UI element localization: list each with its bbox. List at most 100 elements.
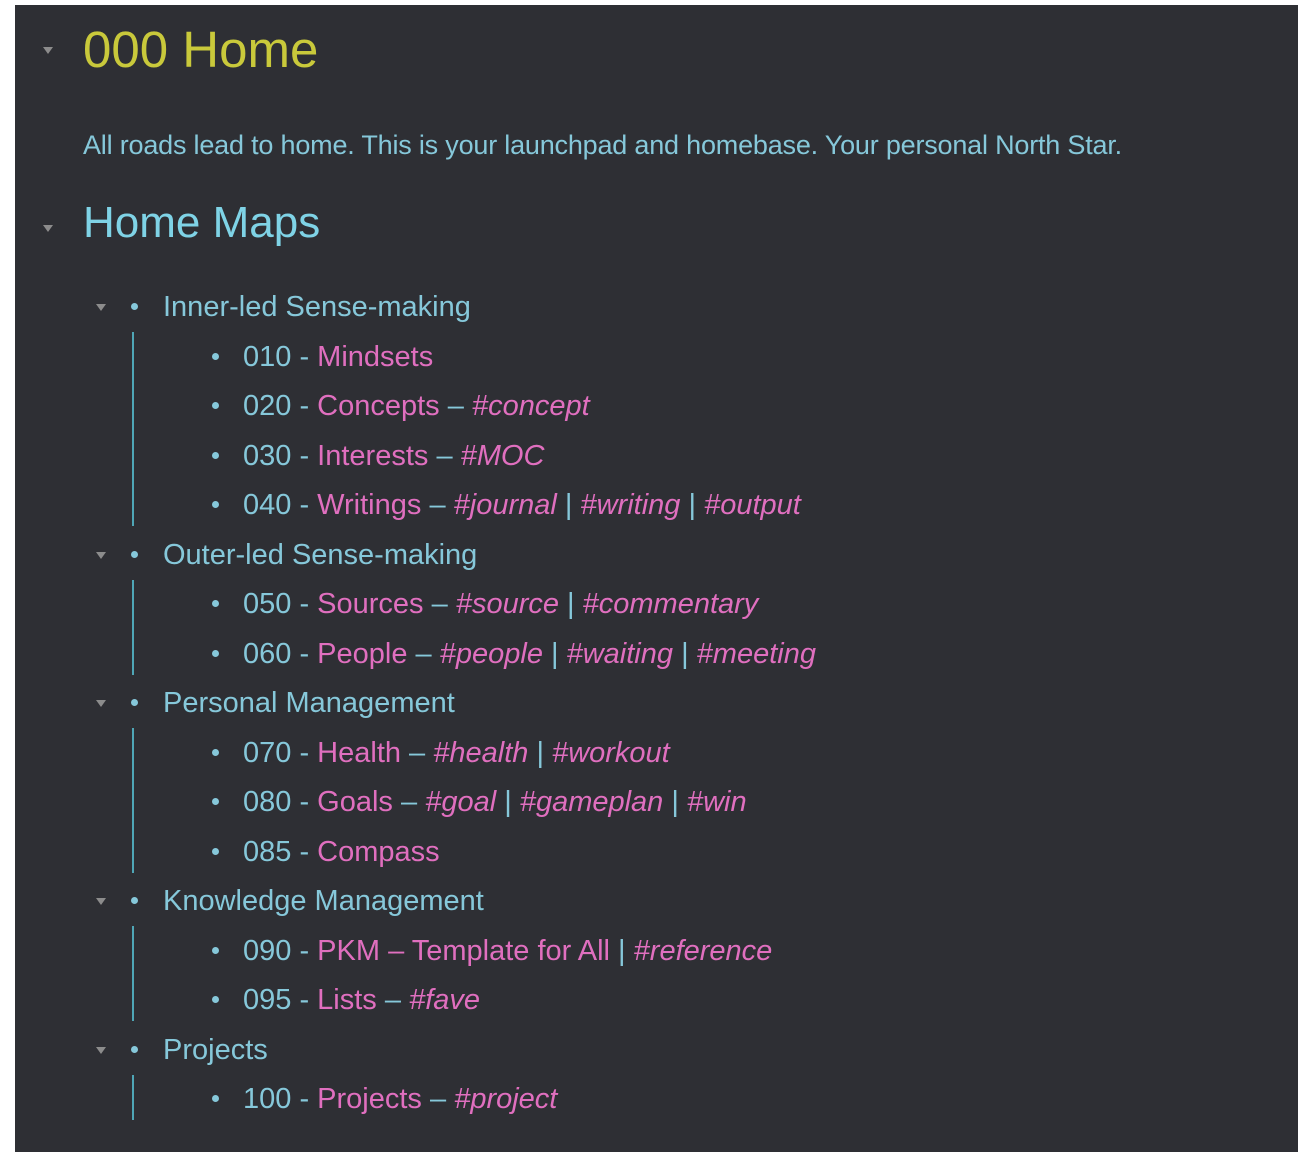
tag-separator: | <box>680 489 705 521</box>
tag-link[interactable]: #MOC <box>461 440 545 472</box>
group-label: Inner-led Sense-making <box>163 291 471 323</box>
tag-link[interactable]: #concept <box>472 390 590 422</box>
bullet-icon[interactable] <box>212 946 219 954</box>
item-content: 010 - Mindsets <box>243 334 433 380</box>
bullet-icon[interactable] <box>212 847 219 855</box>
item-number: 050 - <box>243 588 318 620</box>
note-pane: 000 Home All roads lead to home. This is… <box>15 5 1298 1152</box>
item-number: 100 - <box>243 1083 318 1115</box>
item-link[interactable]: Health <box>317 737 401 769</box>
tag-link[interactable]: #workout <box>552 737 670 769</box>
tag-separator: | <box>528 736 553 769</box>
item-link[interactable]: Sources <box>317 588 423 620</box>
item-content: 090 - PKM – Template for All | #referenc… <box>243 928 772 974</box>
item-number: 030 - <box>243 439 318 472</box>
item-content: 080 - Goals – #goal | #gameplan | #win <box>243 779 747 825</box>
bullet-icon[interactable] <box>212 402 219 409</box>
bullet-icon[interactable] <box>212 451 219 459</box>
bullet-icon[interactable] <box>212 996 219 1003</box>
bullet-icon[interactable] <box>212 748 219 756</box>
item-content: 060 - People – #people | #waiting | #mee… <box>243 631 816 677</box>
item-separator: – <box>421 1083 455 1115</box>
tag-link[interactable]: #goal <box>425 786 496 818</box>
indent-guide <box>132 728 134 873</box>
item-content: 070 - Health – #health | #workout <box>243 730 670 776</box>
indent-guide <box>132 1074 134 1120</box>
tag-link[interactable]: #reference <box>634 935 773 967</box>
item-link[interactable]: PKM – Template for All <box>317 935 610 967</box>
page-title: 000 Home <box>83 21 319 78</box>
collapse-title-icon[interactable] <box>43 47 53 54</box>
item-content: 030 - Interests – #MOC <box>243 433 544 479</box>
item-content: 020 - Concepts – #concept <box>243 383 590 429</box>
collapse-group-icon[interactable] <box>96 898 106 905</box>
collapse-group-icon[interactable] <box>96 1046 106 1054</box>
item-number: 040 - <box>243 489 318 521</box>
tag-link[interactable]: #journal <box>454 489 557 521</box>
item-number: 020 - <box>243 390 318 422</box>
bullet-icon[interactable] <box>212 501 219 508</box>
collapse-group-icon[interactable] <box>96 551 106 559</box>
tag-link[interactable]: #source <box>456 588 559 620</box>
tag-link[interactable]: #gameplan <box>520 786 664 818</box>
item-link[interactable]: Lists <box>317 984 377 1016</box>
item-link[interactable]: Concepts <box>317 390 440 422</box>
bullet-icon[interactable] <box>131 550 138 558</box>
item-link[interactable]: Writings <box>317 489 421 521</box>
tag-link[interactable]: #people <box>440 638 543 670</box>
item-link[interactable]: Compass <box>317 836 440 868</box>
item-link[interactable]: People <box>317 638 407 670</box>
item-link[interactable]: Mindsets <box>317 341 433 373</box>
bullet-icon[interactable] <box>212 649 219 657</box>
item-separator: – <box>392 786 426 818</box>
group-label: Knowledge Management <box>163 885 484 917</box>
tag-link[interactable]: #fave <box>409 984 480 1016</box>
item-separator: – <box>428 439 461 472</box>
tag-link[interactable]: #waiting <box>567 638 673 670</box>
item-content: 040 - Writings – #journal | #writing | #… <box>243 482 801 528</box>
item-separator: – <box>421 489 454 521</box>
intro-text: All roads lead to home. This is your lau… <box>83 130 1122 160</box>
item-number: 095 - <box>243 984 318 1016</box>
item-separator: – <box>407 637 440 670</box>
tag-separator: | <box>673 637 697 670</box>
collapse-group-icon[interactable] <box>96 304 106 311</box>
item-number: 060 - <box>243 637 318 670</box>
tag-link[interactable]: #commentary <box>583 588 759 620</box>
item-link[interactable]: Projects <box>317 1083 422 1115</box>
tag-link[interactable]: #meeting <box>697 638 816 670</box>
bullet-icon[interactable] <box>131 699 138 706</box>
item-separator: – <box>401 736 434 769</box>
section-title: Home Maps <box>83 198 321 247</box>
tag-link[interactable]: #writing <box>580 489 680 521</box>
bullet-icon[interactable] <box>212 352 219 360</box>
bullet-icon[interactable] <box>131 303 138 310</box>
group-label: Outer-led Sense-making <box>163 538 478 571</box>
item-link[interactable]: Goals <box>317 786 393 818</box>
item-content: 095 - Lists – #fave <box>243 977 480 1023</box>
tag-separator: | <box>496 786 520 818</box>
item-separator: – <box>423 588 456 620</box>
item-link[interactable]: Interests <box>317 440 428 472</box>
group-label: Personal Management <box>163 687 455 719</box>
indent-guide <box>132 926 134 1021</box>
bullet-icon[interactable] <box>131 1045 138 1053</box>
item-separator: – <box>439 390 472 422</box>
bullet-icon[interactable] <box>212 600 219 607</box>
item-content: 050 - Sources – #source | #commentary <box>243 581 758 627</box>
indent-guide <box>132 579 134 675</box>
collapse-section-icon[interactable] <box>43 225 53 232</box>
bullet-icon[interactable] <box>131 897 138 904</box>
tag-link[interactable]: #project <box>454 1083 557 1115</box>
collapse-group-icon[interactable] <box>96 700 106 707</box>
item-number: 010 - <box>243 340 318 373</box>
bullet-icon[interactable] <box>212 798 219 805</box>
item-number: 085 - <box>243 835 318 868</box>
item-content: 100 - Projects – #project <box>243 1076 557 1122</box>
tag-link[interactable]: #health <box>433 737 528 769</box>
tag-link[interactable]: #output <box>704 489 801 521</box>
tag-link[interactable]: #win <box>687 786 747 818</box>
tag-separator: | <box>558 588 583 620</box>
bullet-icon[interactable] <box>212 1095 219 1102</box>
item-separator: | <box>610 934 634 967</box>
